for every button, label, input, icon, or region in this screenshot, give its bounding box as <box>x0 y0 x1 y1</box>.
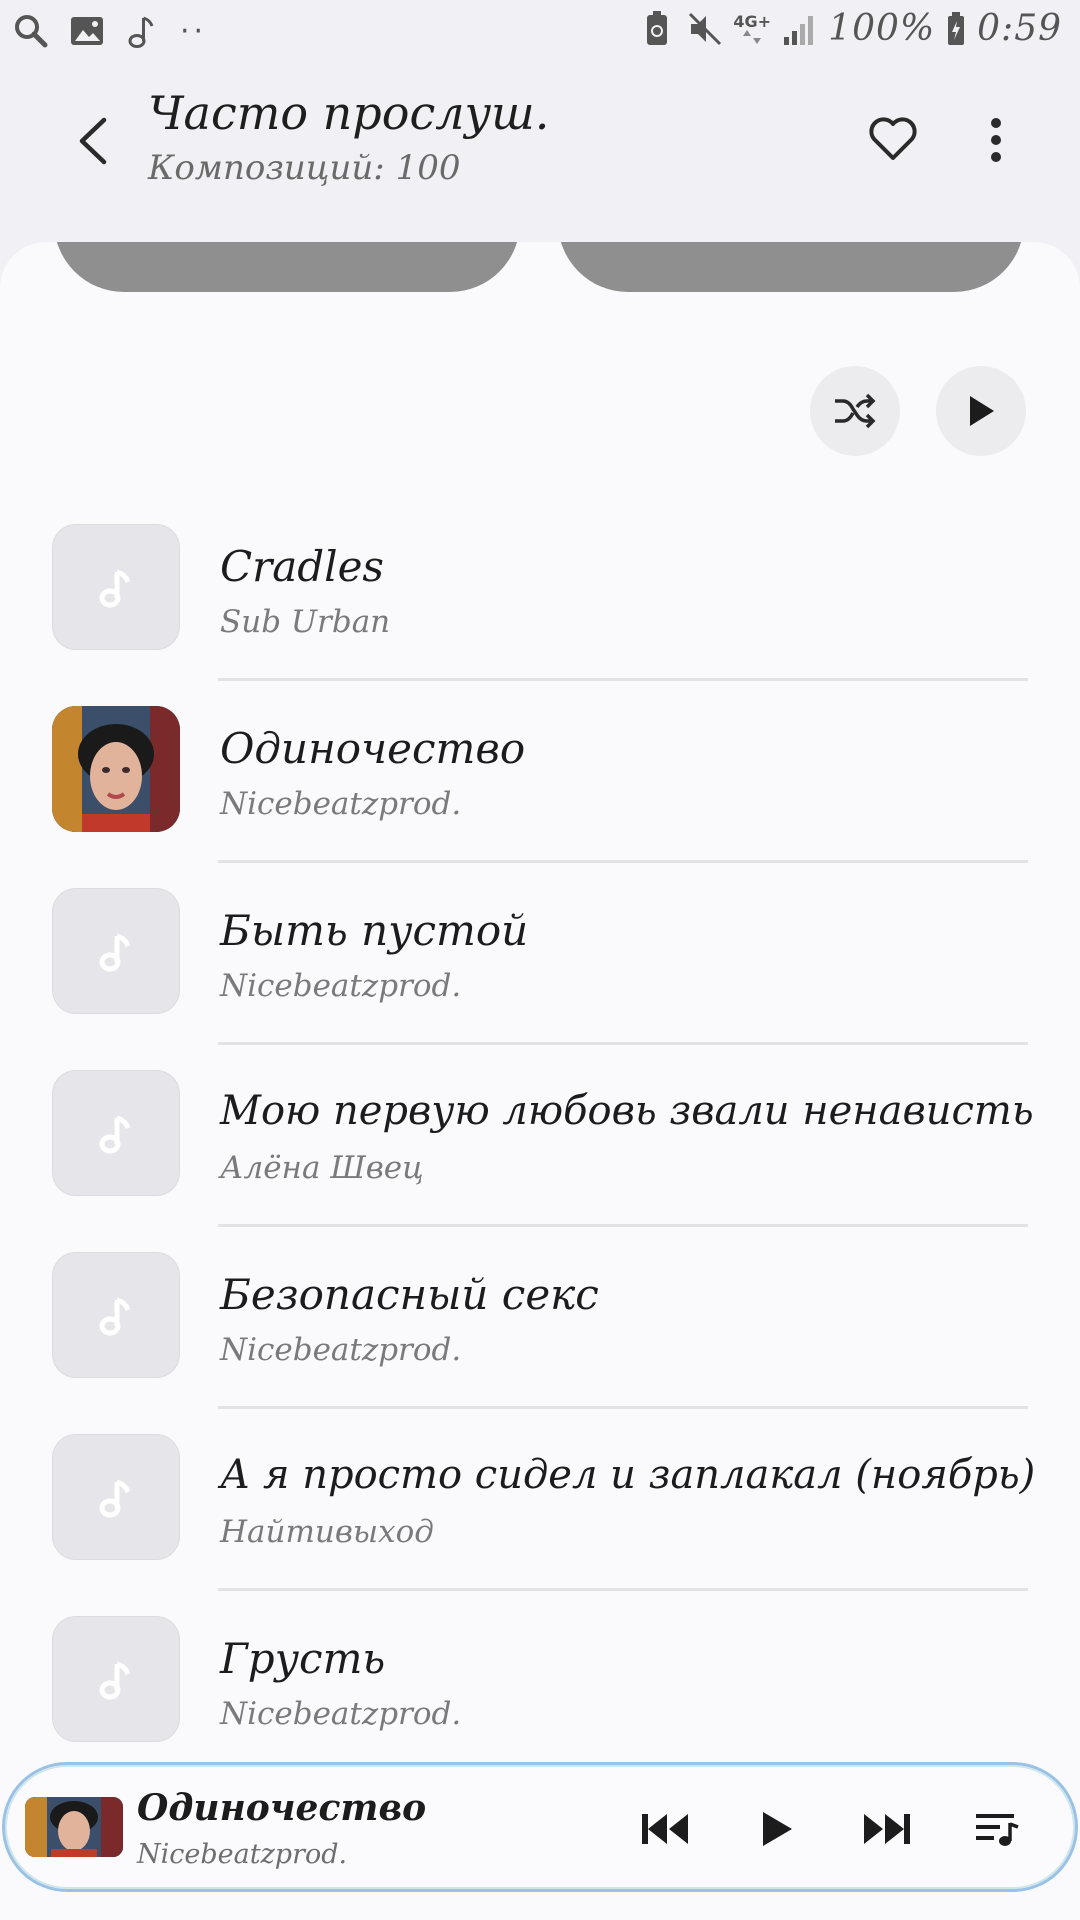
skip-next-icon <box>864 1814 910 1844</box>
status-overflow-dots: ·· <box>180 13 208 49</box>
music-note-icon <box>99 1115 131 1154</box>
shuffle-icon <box>835 393 876 429</box>
track-row[interactable]: Cradles Sub Urban <box>0 512 1080 694</box>
track-artist: Sub Urban <box>220 604 391 640</box>
status-bar-left: ·· <box>12 12 207 50</box>
track-artwork <box>52 706 180 832</box>
music-note-icon <box>99 1297 131 1336</box>
play-icon <box>763 1812 792 1846</box>
divider <box>218 678 1028 681</box>
track-artist: Nicebeatzprod. <box>220 786 462 822</box>
track-artist: Алёна Швец <box>220 1150 424 1186</box>
track-row[interactable]: А я просто сидел и заплакал (ноябрь) Най… <box>0 1422 1080 1604</box>
track-artist: Nicebeatzprod. <box>220 1696 462 1732</box>
mini-player-title: Одиночество <box>137 1787 427 1829</box>
track-artwork-placeholder <box>52 888 180 1014</box>
music-note-icon <box>99 569 131 608</box>
track-title: Одиночество <box>220 724 526 773</box>
track-row[interactable]: Грусть Nicebeatzprod. <box>0 1604 1080 1786</box>
track-title: Мою первую любовь звали ненависть <box>220 1088 1034 1134</box>
back-arrow-icon <box>79 117 107 165</box>
more-options-button[interactable] <box>966 106 1026 174</box>
track-artwork-placeholder <box>52 1070 180 1196</box>
back-button[interactable] <box>58 106 128 176</box>
queue-button[interactable] <box>965 1797 1029 1861</box>
track-title: А я просто сидел и заплакал (ноябрь) <box>220 1452 1036 1498</box>
divider <box>218 1406 1028 1409</box>
track-title: Быть пустой <box>220 906 529 955</box>
mute-icon <box>686 10 724 48</box>
music-note-icon <box>124 12 162 50</box>
track-row[interactable]: Безопасный секс Nicebeatzprod. <box>0 1240 1080 1422</box>
track-artwork-placeholder <box>52 1616 180 1742</box>
play-icon <box>970 396 994 426</box>
track-title: Безопасный секс <box>220 1270 599 1319</box>
battery-saver-icon <box>638 10 676 48</box>
track-artist: Nicebeatzprod. <box>220 1332 462 1368</box>
music-player-screen: ·· 4G+ 100% 0:59 Часто прослуш. Композиц… <box>0 0 1080 1920</box>
battery-icon <box>945 10 967 48</box>
music-note-icon <box>99 933 131 972</box>
music-note-icon <box>99 1479 131 1518</box>
filter-chip-left[interactable] <box>54 242 520 292</box>
shuffle-button[interactable] <box>810 366 900 456</box>
playlist-queue-icon <box>976 1814 1019 1846</box>
playlist-content: Cradles Sub Urban Одиночество Nicebeatzp… <box>0 242 1080 1920</box>
track-row[interactable]: Быть пустой Nicebeatzprod. <box>0 876 1080 1058</box>
favorite-button[interactable] <box>862 108 924 170</box>
divider <box>218 860 1028 863</box>
play-all-button[interactable] <box>936 366 1026 456</box>
skip-previous-icon <box>642 1814 688 1844</box>
status-bar-right: 4G+ 100% 0:59 <box>638 8 1062 49</box>
network-type-icon: 4G+ <box>733 10 771 48</box>
track-row[interactable]: Одиночество Nicebeatzprod. <box>0 694 1080 876</box>
clock: 0:59 <box>977 8 1062 49</box>
search-icon <box>12 12 50 50</box>
signal-icon <box>780 10 818 48</box>
mini-player[interactable]: Одиночество Nicebeatzprod. <box>2 1762 1078 1892</box>
divider <box>218 1224 1028 1227</box>
mini-player-artwork <box>25 1797 123 1857</box>
track-artist: Nicebeatzprod. <box>220 968 462 1004</box>
track-title: Грусть <box>220 1634 386 1683</box>
track-count: Композиций: 100 <box>148 148 461 188</box>
status-bar: ·· 4G+ 100% 0:59 <box>0 0 1080 66</box>
battery-percent: 100% <box>828 8 936 49</box>
gallery-icon <box>68 12 106 50</box>
play-button[interactable] <box>745 1797 809 1861</box>
track-title: Cradles <box>220 542 384 591</box>
track-row[interactable]: Мою первую любовь звали ненависть Алёна … <box>0 1058 1080 1240</box>
album-art-portrait <box>25 1797 123 1857</box>
divider <box>218 1042 1028 1045</box>
track-artwork-placeholder <box>52 1434 180 1560</box>
music-note-icon <box>99 1661 131 1700</box>
page-title: Часто прослуш. <box>148 86 550 140</box>
next-button[interactable] <box>855 1797 919 1861</box>
track-artwork-placeholder <box>52 1252 180 1378</box>
previous-button[interactable] <box>633 1797 697 1861</box>
track-list: Cradles Sub Urban Одиночество Nicebeatzp… <box>0 512 1080 1786</box>
album-art-portrait <box>52 706 180 832</box>
track-artist: Найтивыход <box>220 1514 434 1550</box>
divider <box>218 1588 1028 1591</box>
more-vert-icon <box>991 118 1001 162</box>
mini-player-artist: Nicebeatzprod. <box>137 1839 348 1870</box>
app-bar: Часто прослуш. Композиций: 100 <box>0 66 1080 236</box>
track-artwork-placeholder <box>52 524 180 650</box>
heart-icon <box>869 117 917 160</box>
filter-chip-right[interactable] <box>558 242 1024 292</box>
